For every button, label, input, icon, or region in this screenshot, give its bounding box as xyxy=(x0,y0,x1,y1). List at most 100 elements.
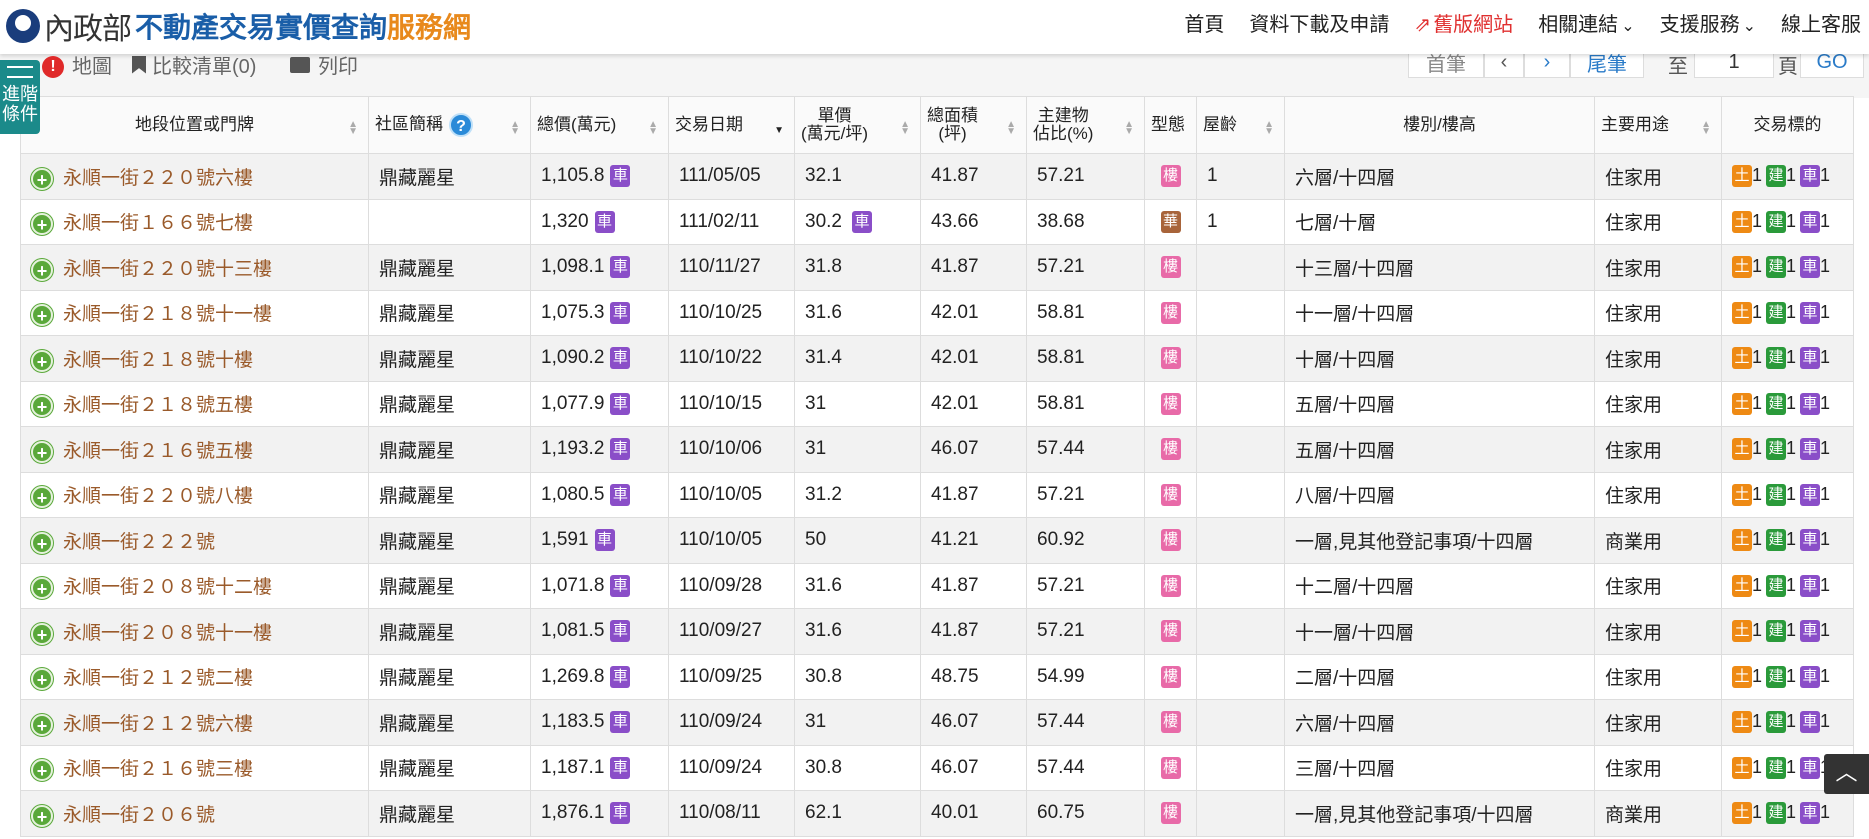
address-cell[interactable]: + 永順一街２１２號二樓 xyxy=(20,653,369,700)
address-link[interactable]: 永順一街２１６號三樓 xyxy=(63,759,253,780)
column-header-0[interactable]: 地段位置或門牌 ▲ ▼ xyxy=(20,96,369,154)
address-cell[interactable]: + 永順一街２２２號 xyxy=(20,517,369,564)
expand-plus-icon[interactable]: + xyxy=(31,213,53,236)
column-header-4[interactable]: 單價 (萬元/坪) ▲ ▼ xyxy=(794,96,921,154)
area-cell: 41.87 xyxy=(920,608,1027,655)
address-link[interactable]: 永順一街２２０號八樓 xyxy=(63,486,253,507)
nav-item-1[interactable]: 資料下載及申請 xyxy=(1249,8,1389,37)
unit-price: 31 xyxy=(805,711,827,733)
total-area: 46.07 xyxy=(931,711,979,733)
expand-plus-icon[interactable]: + xyxy=(31,349,53,372)
address-link[interactable]: 永順一街２１２號二樓 xyxy=(63,668,253,689)
column-header-label: 屋齡 xyxy=(1203,115,1237,134)
column-header-7[interactable]: 型態 xyxy=(1144,96,1197,154)
unit-price-cell: 31.4 xyxy=(794,335,921,382)
address-link[interactable]: 永順一街１６６號七樓 xyxy=(63,213,253,234)
compare-list-button[interactable]: 比較清單(0) xyxy=(132,50,256,79)
type-cell: 樓 xyxy=(1144,289,1197,336)
nav-item-0[interactable]: 首頁 xyxy=(1184,8,1224,37)
parking-badge: 車 xyxy=(610,756,631,779)
expand-plus-icon[interactable]: + xyxy=(31,440,53,463)
address-link[interactable]: 永順一街２２０號六樓 xyxy=(63,168,253,189)
expand-plus-icon[interactable]: + xyxy=(31,395,53,418)
address-cell[interactable]: + 永順一街１６６號七樓 xyxy=(20,198,369,245)
column-header-8[interactable]: 屋齡 ▲ ▼ xyxy=(1196,96,1285,154)
column-header-9[interactable]: 樓別/樓高 xyxy=(1284,96,1595,154)
expand-plus-icon[interactable]: + xyxy=(31,622,53,645)
sort-icon[interactable]: ▼ xyxy=(774,126,784,136)
sort-icon[interactable]: ▲ ▼ xyxy=(900,120,910,137)
column-header-5[interactable]: 總面積 (坪) ▲ ▼ xyxy=(920,96,1027,154)
land-badge: 土 xyxy=(1732,756,1752,779)
total-price-cell: 1,320 車 xyxy=(530,198,669,245)
parking-badge: 車 xyxy=(1800,392,1821,415)
expand-plus-icon[interactable]: + xyxy=(31,258,53,281)
map-label: 地圖 xyxy=(72,56,112,78)
address-link[interactable]: 永順一街２２０號十三樓 xyxy=(63,259,272,280)
address-link[interactable]: 永順一街２１６號五樓 xyxy=(63,441,253,462)
site-logo[interactable]: 內政部 不動產交易實價查詢 服務網 xyxy=(6,6,471,47)
sort-icon[interactable]: ▲ ▼ xyxy=(510,120,520,137)
site-header: 內政部 不動產交易實價查詢 服務網 首頁 資料下載及申請 ⇗ 舊版網站 相關連結 ⌄ 支援服… xyxy=(0,0,1869,54)
address-link[interactable]: 永順一街２０８號十二樓 xyxy=(63,577,272,598)
expand-plus-icon[interactable]: + xyxy=(31,713,53,736)
nav-item-4[interactable]: 支援服務 ⌄ xyxy=(1660,8,1756,37)
nav-item-2[interactable]: ⇗ 舊版網站 xyxy=(1414,8,1513,37)
address-cell[interactable]: + 永順一街２２０號六樓 xyxy=(20,153,369,200)
nav-item-3[interactable]: 相關連結 ⌄ xyxy=(1538,8,1634,37)
expand-plus-icon[interactable]: + xyxy=(31,804,53,827)
sort-icon[interactable]: ▲ ▼ xyxy=(1124,120,1134,137)
address-cell[interactable]: + 永順一街２１２號六樓 xyxy=(20,699,369,746)
address-cell[interactable]: + 永順一街２０８號十二樓 xyxy=(20,562,369,609)
floor-info: 一層,見其他登記事項/十四層 xyxy=(1295,531,1534,553)
address-link[interactable]: 永順一街２１２號六樓 xyxy=(63,714,253,735)
address-cell[interactable]: + 永順一街２１８號五樓 xyxy=(20,380,369,427)
address-cell[interactable]: + 永順一街２０６號 xyxy=(20,790,369,837)
scroll-to-top-button[interactable]: ︿ xyxy=(1824,754,1869,794)
target-cell: 土1建1車1 xyxy=(1721,790,1854,837)
address-link[interactable]: 永順一街２１８號五樓 xyxy=(63,395,253,416)
sort-icon[interactable]: ▲ ▼ xyxy=(1701,120,1711,137)
advanced-conditions-tab[interactable]: 進階條件 xyxy=(0,60,40,134)
address-link[interactable]: 永順一街２０６號 xyxy=(63,805,215,826)
use-cell: 住家用 xyxy=(1594,335,1722,382)
print-button[interactable]: 列印 xyxy=(290,50,358,79)
date-cell: 110/10/05 xyxy=(668,471,795,518)
address-cell[interactable]: + 永順一街２１６號五樓 xyxy=(20,426,369,473)
total-price: 1,876.1 xyxy=(541,802,605,824)
column-header-6[interactable]: 主建物 佔比(%) ▲ ▼ xyxy=(1026,96,1145,154)
address-cell[interactable]: + 永順一街２１８號十樓 xyxy=(20,335,369,382)
sort-icon[interactable]: ▲ ▼ xyxy=(1264,120,1274,137)
expand-plus-icon[interactable]: + xyxy=(31,304,53,327)
column-header-2[interactable]: 總價(萬元) ▲ ▼ xyxy=(530,96,669,154)
column-header-1[interactable]: 社區簡稱? ▲ ▼ xyxy=(368,96,531,154)
community-cell: 鼎藏麗星 xyxy=(368,562,531,609)
address-link[interactable]: 永順一街２０８號十一樓 xyxy=(63,623,272,644)
address-cell[interactable]: + 永順一街２０８號十一樓 xyxy=(20,608,369,655)
expand-plus-icon[interactable]: + xyxy=(31,668,53,691)
address-link[interactable]: 永順一街２１８號十一樓 xyxy=(63,304,272,325)
column-header-10[interactable]: 主要用途 ▲ ▼ xyxy=(1594,96,1722,154)
address-link[interactable]: 永順一街２１８號十樓 xyxy=(63,350,253,371)
expand-plus-icon[interactable]: + xyxy=(31,486,53,509)
age-cell xyxy=(1196,517,1285,564)
column-header-11[interactable]: 交易標的 xyxy=(1721,96,1854,154)
address-cell[interactable]: + 永順一街２２０號十三樓 xyxy=(20,244,369,291)
address-cell[interactable]: + 永順一街２２０號八樓 xyxy=(20,471,369,518)
sort-icon[interactable]: ▲ ▼ xyxy=(348,120,358,137)
expand-plus-icon[interactable]: + xyxy=(31,577,53,600)
column-header-3[interactable]: 交易日期 ▼ xyxy=(668,96,795,154)
expand-plus-icon[interactable]: + xyxy=(31,531,53,554)
help-icon[interactable]: ? xyxy=(449,113,473,137)
address-link[interactable]: 永順一街２２２號 xyxy=(63,532,215,553)
building-count: 1 xyxy=(1786,529,1797,550)
address-cell[interactable]: + 永順一街２１６號三樓 xyxy=(20,744,369,791)
sort-icon[interactable]: ▲ ▼ xyxy=(648,120,658,137)
expand-plus-icon[interactable]: + xyxy=(31,167,53,190)
address-cell[interactable]: + 永順一街２１８號十一樓 xyxy=(20,289,369,336)
type-cell: 樓 xyxy=(1144,562,1197,609)
nav-item-5[interactable]: 線上客服 xyxy=(1781,8,1861,37)
sort-icon[interactable]: ▲ ▼ xyxy=(1006,120,1016,137)
target-cell: 土1建1車1 xyxy=(1721,426,1854,473)
expand-plus-icon[interactable]: + xyxy=(31,759,53,782)
